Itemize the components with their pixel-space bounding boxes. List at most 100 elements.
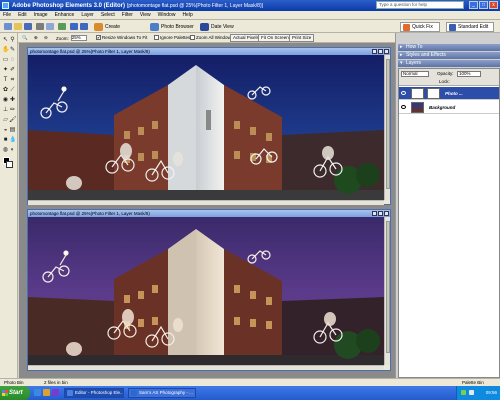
menu-window[interactable]: Window bbox=[158, 12, 176, 18]
straighten-tool-icon[interactable]: ⟋ bbox=[9, 87, 16, 94]
print-icon[interactable] bbox=[36, 23, 44, 30]
palette-bin-toggle[interactable]: Palette Bin bbox=[462, 380, 484, 385]
maximize-button[interactable]: □ bbox=[479, 1, 488, 9]
shape-tool-icon[interactable]: ■ bbox=[2, 137, 9, 144]
paint-bucket-icon[interactable]: ◒ bbox=[2, 127, 9, 134]
ignore-palettes-checkbox[interactable] bbox=[154, 35, 159, 40]
background-color-swatch[interactable] bbox=[6, 161, 13, 168]
brush-tool-icon[interactable]: 🖌 bbox=[9, 117, 17, 124]
pencil-tool-icon[interactable]: ✏ bbox=[9, 107, 16, 114]
type-tool-icon[interactable]: T bbox=[2, 77, 9, 84]
eyedropper-tool-icon[interactable]: ✎ bbox=[9, 47, 16, 54]
menu-view[interactable]: View bbox=[140, 12, 151, 18]
zoom-all-checkbox[interactable] bbox=[190, 35, 195, 40]
new-file-icon[interactable] bbox=[4, 23, 12, 30]
styles-effects-palette-header[interactable]: Styles and Effects bbox=[398, 52, 500, 59]
zoom-all-option[interactable]: Zoom All Windows bbox=[190, 35, 233, 40]
layer-row-photo-filter[interactable]: Photo ... bbox=[399, 87, 499, 100]
zoom-tool-icon-box[interactable]: ⚲ bbox=[9, 37, 16, 44]
close-button[interactable]: x bbox=[489, 1, 498, 9]
ie-quicklaunch-icon[interactable] bbox=[34, 389, 41, 396]
zoom-out-icon[interactable]: ⊖ bbox=[44, 35, 48, 41]
horizontal-scrollbar-bottom[interactable] bbox=[28, 365, 384, 370]
menu-help[interactable]: Help bbox=[182, 12, 192, 18]
sponge-tool-icon[interactable]: ◍ bbox=[2, 147, 9, 154]
layers-palette-header[interactable]: Layers bbox=[398, 60, 500, 67]
dodge-tool-icon[interactable]: ◐ bbox=[9, 147, 16, 154]
image-canvas-top[interactable] bbox=[28, 55, 384, 200]
zoom-input[interactable]: 25% bbox=[70, 35, 87, 41]
redo-icon[interactable] bbox=[80, 23, 88, 30]
tray-volume-icon[interactable] bbox=[469, 390, 474, 395]
print-size-button[interactable]: Print Size bbox=[289, 34, 315, 42]
opacity-input[interactable]: 100% bbox=[457, 71, 481, 77]
photo-browser-button[interactable]: Photo Browser bbox=[150, 22, 194, 31]
document-window-top[interactable]: photomontage flat.psd @ 25%(Photo Filter… bbox=[27, 47, 391, 205]
date-view-button[interactable]: Date View bbox=[200, 22, 234, 31]
photo-bin-toggle[interactable]: Photo Bin bbox=[4, 380, 24, 385]
marquee-tool-icon[interactable]: ▭ bbox=[2, 57, 9, 64]
move-tool-icon[interactable]: ↖ bbox=[2, 37, 9, 44]
doc-minimize-button[interactable] bbox=[372, 49, 377, 54]
menu-image[interactable]: Image bbox=[34, 12, 48, 18]
healing-brush-icon[interactable]: ✚ bbox=[9, 97, 16, 104]
create-button[interactable]: Create bbox=[94, 22, 120, 31]
image-canvas-bottom[interactable] bbox=[28, 217, 384, 365]
scroll-thumb[interactable] bbox=[386, 221, 390, 353]
zoom-in-icon[interactable]: ⊕ bbox=[34, 35, 38, 41]
red-eye-tool-icon[interactable]: ◉ bbox=[2, 97, 9, 104]
visibility-eye-icon[interactable] bbox=[401, 105, 406, 109]
save-icon[interactable] bbox=[24, 23, 32, 30]
blur-tool-icon[interactable]: 💧 bbox=[9, 137, 16, 144]
doc-minimize-button[interactable] bbox=[372, 211, 377, 216]
actual-pixels-button[interactable]: Actual Pixels bbox=[230, 34, 262, 42]
menu-layer[interactable]: Layer bbox=[81, 12, 94, 18]
doc-maximize-button[interactable] bbox=[378, 211, 383, 216]
taskbar-item-browser[interactable]: Sam's AS Photography - ... bbox=[128, 388, 196, 398]
undo-icon[interactable] bbox=[70, 23, 78, 30]
vertical-scrollbar-bottom[interactable] bbox=[384, 217, 390, 365]
resize-windows-checkbox[interactable]: ✔ bbox=[96, 35, 101, 40]
online-services-icon[interactable] bbox=[58, 23, 66, 30]
minimize-button[interactable]: _ bbox=[469, 1, 478, 9]
start-button[interactable]: Start bbox=[0, 386, 30, 400]
horizontal-scrollbar-top[interactable] bbox=[28, 200, 384, 205]
scroll-thumb[interactable] bbox=[386, 59, 390, 189]
visibility-eye-icon[interactable] bbox=[401, 91, 406, 95]
gradient-tool-icon[interactable]: ▤ bbox=[9, 127, 16, 134]
doc-maximize-button[interactable] bbox=[378, 49, 383, 54]
menu-filter[interactable]: Filter bbox=[122, 12, 133, 18]
zoom-tool-icon[interactable]: 🔍 bbox=[22, 35, 28, 41]
doc-close-button[interactable] bbox=[384, 49, 389, 54]
layer-row-background[interactable]: Background bbox=[399, 101, 499, 114]
document-window-bottom[interactable]: photomontage flat.psd @ 25%(Photo Filter… bbox=[27, 209, 391, 371]
taskbar-item-editor[interactable]: Editor - Photoshop Ele... bbox=[64, 388, 124, 398]
magic-wand-tool-icon[interactable]: ✦ bbox=[2, 67, 9, 74]
folder-quicklaunch-icon[interactable] bbox=[43, 389, 50, 396]
menu-enhance[interactable]: Enhance bbox=[55, 12, 75, 18]
standard-edit-button[interactable]: Standard Edit bbox=[446, 22, 494, 32]
lasso-tool-icon[interactable]: ◌ bbox=[9, 57, 16, 64]
resize-windows-option[interactable]: ✔ Resize Windows To Fit bbox=[96, 35, 147, 40]
selection-brush-icon[interactable]: ✐ bbox=[9, 67, 16, 74]
vertical-scrollbar-top[interactable] bbox=[384, 55, 390, 200]
open-folder-icon[interactable] bbox=[14, 23, 22, 30]
menu-edit[interactable]: Edit bbox=[18, 12, 27, 18]
tray-network-icon[interactable] bbox=[461, 390, 466, 395]
fit-on-screen-button[interactable]: Fit On Screen bbox=[258, 34, 292, 42]
hand-tool-icon[interactable]: ✋ bbox=[2, 47, 9, 54]
help-search-input[interactable]: Type a question for help bbox=[376, 1, 464, 9]
doc-close-button[interactable] bbox=[384, 211, 389, 216]
blend-mode-select[interactable]: Normal bbox=[401, 71, 429, 77]
eraser-tool-icon[interactable]: ▱ bbox=[2, 117, 9, 124]
quick-fix-button[interactable]: Quick Fix bbox=[400, 22, 440, 32]
crop-tool-icon[interactable]: ⌗ bbox=[9, 77, 16, 84]
clone-stamp-icon[interactable]: ⊥ bbox=[2, 107, 9, 114]
how-to-palette-header[interactable]: How To bbox=[398, 44, 500, 51]
email-icon[interactable] bbox=[46, 23, 54, 30]
menu-select[interactable]: Select bbox=[101, 12, 115, 18]
cookie-cutter-icon[interactable]: ✿ bbox=[2, 87, 9, 94]
menu-file[interactable]: File bbox=[3, 12, 11, 18]
layer-mask-thumbnail[interactable] bbox=[427, 88, 440, 99]
ignore-palettes-option[interactable]: Ignore Palettes bbox=[154, 35, 190, 40]
